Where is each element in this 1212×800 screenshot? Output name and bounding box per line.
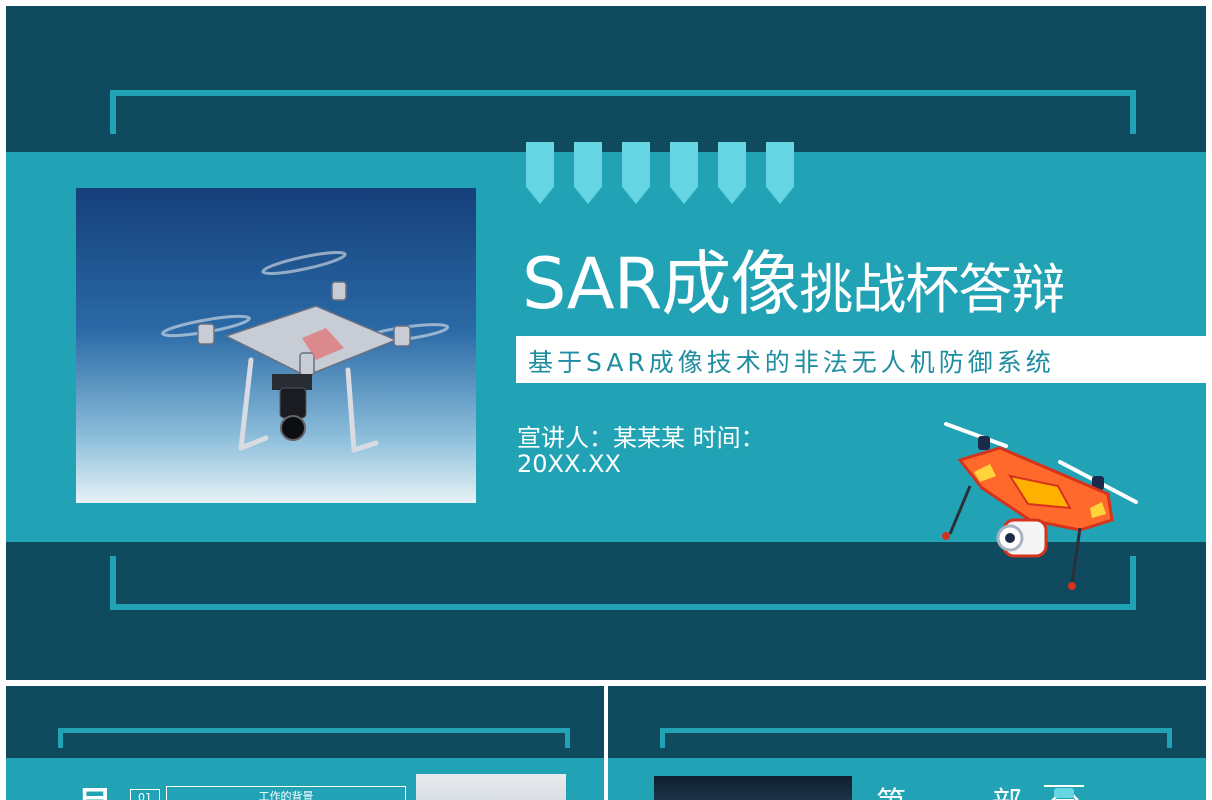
date-line: 20XX.XX (517, 450, 621, 478)
cartoon-drone-icon (930, 416, 1140, 591)
cover-subtitle: 基于SAR成像技术的非法无人机防御系统 (528, 348, 1055, 377)
toc-slide[interactable]: 目 01 工作的背景 (6, 686, 604, 800)
toc-heading: 目 (78, 776, 112, 800)
cover-slide[interactable]: SAR成像挑战杯答辩 基于SAR成像技术的非法无人机防御系统 宣讲人：某某某 时… (6, 6, 1206, 680)
toc-item-number: 01 (130, 789, 160, 800)
subtitle-bar: 基于SAR成像技术的非法无人机防御系统 (516, 336, 1206, 383)
title-part2: 挑战杯答辩 (799, 258, 1065, 321)
top-frame (660, 728, 1172, 748)
top-frame (58, 728, 570, 748)
top-frame (110, 90, 1136, 134)
drone-photo (76, 188, 476, 503)
mini-drone-icon (1042, 782, 1086, 800)
cover-title: SAR成像挑战杯答辩 (522, 228, 1065, 329)
toc-item-label: 工作的背景 (166, 786, 406, 800)
speaker-line: 宣讲人：某某某 时间： (517, 424, 765, 452)
section-slide[interactable]: 第一部分 (608, 686, 1206, 800)
title-part1: SAR成像 (522, 243, 800, 325)
toc-photo (416, 774, 566, 800)
section-photo (654, 776, 852, 800)
